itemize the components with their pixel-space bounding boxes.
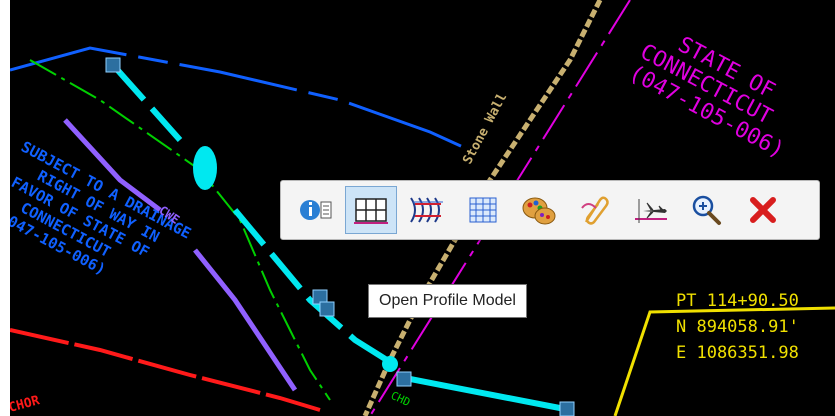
vertex-grip[interactable] xyxy=(319,301,335,317)
chor-label: CHOR xyxy=(10,393,41,416)
cross-section-icon xyxy=(410,197,443,223)
point-station-label: PT 114+90.50 xyxy=(676,291,799,311)
stone-wall-label: Stone Wall xyxy=(460,91,510,167)
profile-grid-icon xyxy=(354,198,388,224)
red-line xyxy=(10,328,321,412)
drape-element-button[interactable] xyxy=(569,186,621,234)
jet-icon xyxy=(635,199,667,223)
close-icon xyxy=(750,197,776,223)
paperclip-icon xyxy=(581,196,609,225)
tooltip-text: Open Profile Model xyxy=(379,292,516,309)
open-table-button[interactable] xyxy=(457,186,509,234)
drainage-structure xyxy=(193,146,217,190)
drainage-node xyxy=(382,356,398,372)
tooltip: Open Profile Model xyxy=(368,284,527,318)
element-info-button[interactable] xyxy=(289,186,341,234)
table-grid-icon xyxy=(469,197,497,223)
drive-through-button[interactable] xyxy=(625,186,677,234)
vertex-grip[interactable] xyxy=(105,57,121,73)
context-toolbar xyxy=(280,180,820,240)
info-icon xyxy=(300,200,332,220)
vertex-grip[interactable] xyxy=(559,401,575,416)
northing-label: N 894058.91' xyxy=(676,317,799,337)
palette-icon xyxy=(522,197,556,225)
open-profile-model-button[interactable] xyxy=(345,186,397,234)
close-button[interactable] xyxy=(737,186,789,234)
open-cross-section-button[interactable] xyxy=(401,186,453,234)
magnifier-icon xyxy=(692,195,721,225)
zoom-button[interactable] xyxy=(681,186,733,234)
application-window: STATE OF CONNECTICUT (047-105-006) SUBJE… xyxy=(0,0,835,416)
drainage-line-2 xyxy=(404,375,571,413)
element-symbology-button[interactable] xyxy=(513,186,565,234)
easting-label: E 1086351.98 xyxy=(676,343,799,363)
owner-label: STATE OF CONNECTICUT (047-105-006) xyxy=(625,32,789,163)
vertex-grip[interactable] xyxy=(396,371,412,387)
chd-label: CHD xyxy=(389,389,413,409)
